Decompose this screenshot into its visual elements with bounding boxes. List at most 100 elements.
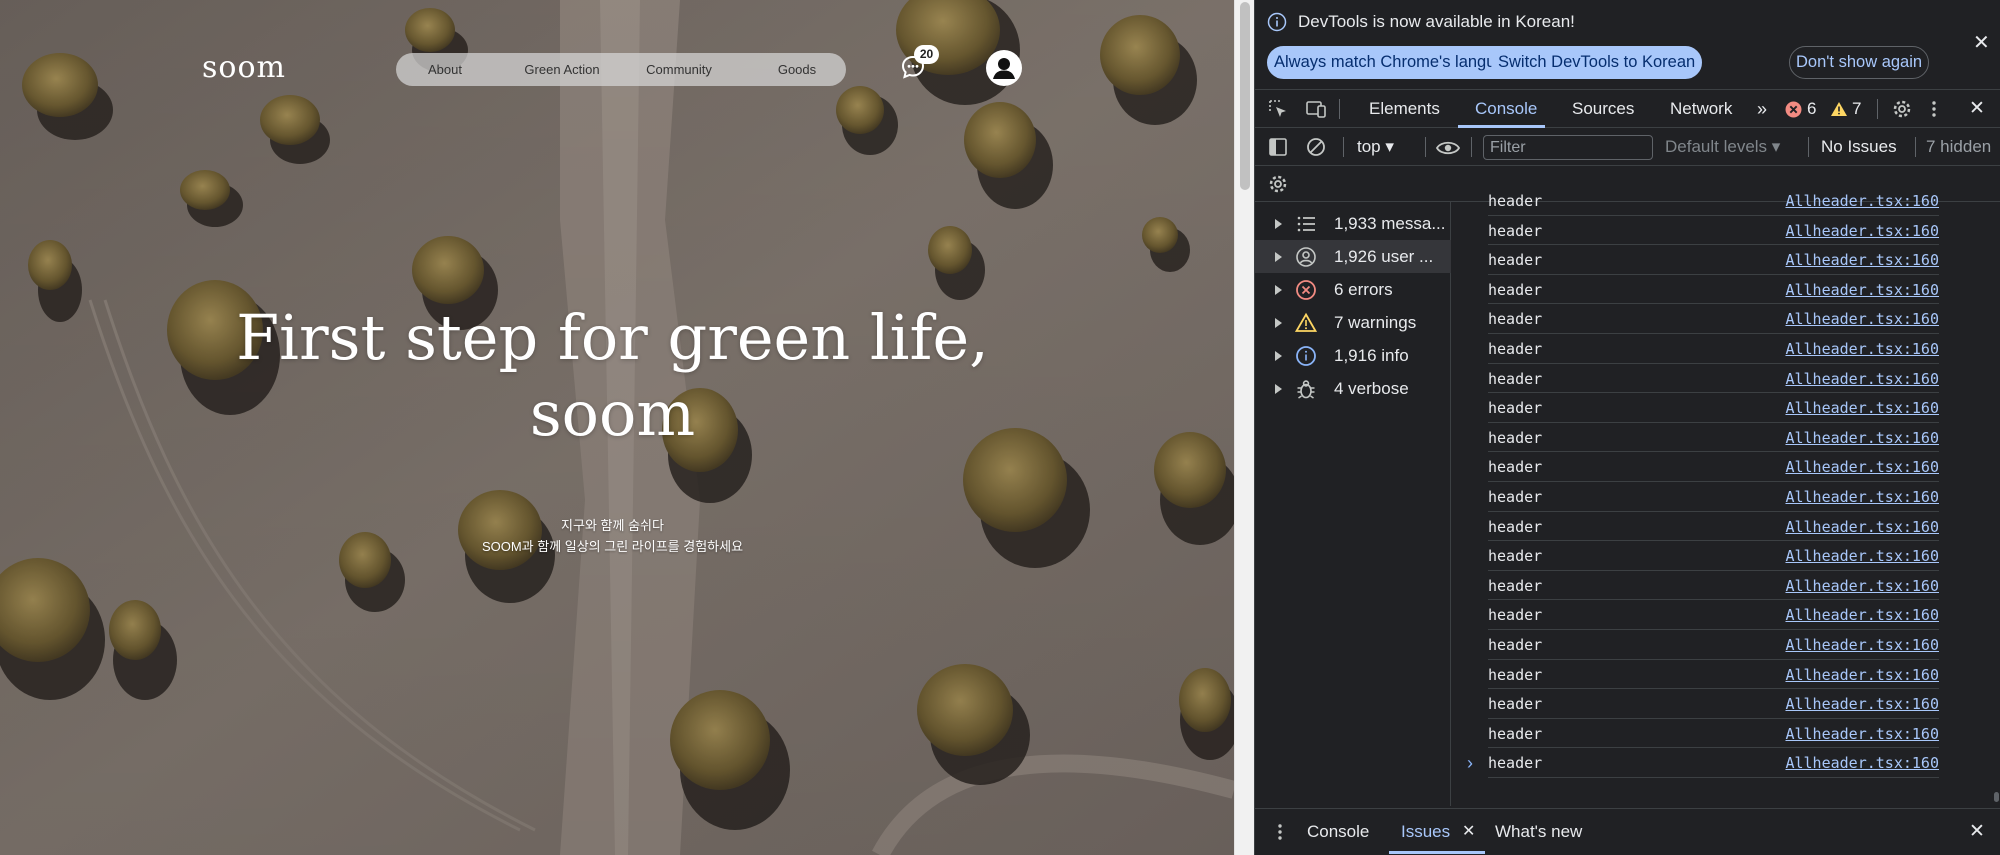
live-expression-eye-icon[interactable] — [1435, 137, 1461, 159]
console-source-link[interactable]: Allheader.tsx:160 — [1785, 194, 1939, 210]
context-dropdown-icon: ▾ — [1385, 137, 1394, 156]
sidebar-item-info[interactable]: 1,916 info — [1255, 339, 1451, 372]
console-message-text: header — [1488, 340, 1543, 358]
sidebar-item-user-messages[interactable]: 1,926 user ... — [1255, 240, 1451, 273]
tab-elements[interactable]: Elements — [1369, 90, 1440, 128]
warning-icon — [1295, 312, 1317, 332]
console-message-row: header Allheader.tsx:160 — [1488, 660, 1939, 690]
console-message-row: header Allheader.tsx:160 — [1488, 194, 1939, 216]
device-toolbar-icon[interactable] — [1305, 98, 1327, 120]
more-options-icon[interactable] — [1923, 98, 1945, 120]
nav-about[interactable]: About — [428, 53, 462, 86]
nav-goods[interactable]: Goods — [778, 53, 816, 86]
console-source-link[interactable]: Allheader.tsx:160 — [1785, 606, 1939, 624]
sidebar-item-errors[interactable]: 6 errors — [1255, 273, 1451, 306]
console-message-text: header — [1488, 458, 1543, 477]
console-message-row: header Allheader.tsx:160 — [1488, 275, 1939, 305]
console-scrollbar[interactable] — [1991, 202, 2000, 806]
console-source-link[interactable]: Allheader.tsx:160 — [1785, 251, 1939, 269]
drawer-tab-console[interactable]: Console — [1307, 809, 1369, 854]
console-source-link[interactable]: Allheader.tsx:160 — [1785, 488, 1939, 506]
console-message-row: header Allheader.tsx:160 — [1488, 571, 1939, 601]
console-source-link[interactable]: Allheader.tsx:160 — [1785, 281, 1939, 299]
expand-arrow-icon[interactable] — [1275, 219, 1282, 229]
sidebar-toggle-icon[interactable] — [1267, 136, 1289, 158]
console-message-text: header — [1488, 665, 1543, 684]
console-source-link[interactable]: Allheader.tsx:160 — [1785, 725, 1939, 743]
console-source-link[interactable]: Allheader.tsx:160 — [1785, 518, 1939, 536]
console-message-row: header Allheader.tsx:160 — [1488, 719, 1939, 749]
infobar-close-icon[interactable]: ✕ — [1973, 30, 1990, 55]
console-message-text: header — [1488, 221, 1543, 240]
console-source-link[interactable]: Allheader.tsx:160 — [1785, 636, 1939, 654]
settings-gear-icon[interactable] — [1891, 98, 1913, 120]
language-infobar: DevTools is now available in Korean! ✕ A… — [1255, 0, 2000, 90]
console-message-row: header Allheader.tsx:160 — [1488, 452, 1939, 482]
hero-title-line1: First step for green life, — [236, 301, 989, 374]
console-message-row: header Allheader.tsx:160 — [1488, 600, 1939, 630]
console-source-link[interactable]: Allheader.tsx:160 — [1785, 666, 1939, 684]
page-scrollbar[interactable] — [1234, 0, 1254, 855]
expand-arrow-icon[interactable] — [1275, 351, 1282, 361]
inspect-element-icon[interactable] — [1267, 98, 1289, 120]
log-levels-label: Default levels — [1665, 137, 1768, 156]
console-message-text: header — [1488, 251, 1543, 270]
console-source-link[interactable]: Allheader.tsx:160 — [1785, 222, 1939, 240]
console-settings-gear-icon[interactable] — [1267, 173, 1289, 195]
hero-title-line2: soom — [529, 377, 696, 450]
console-source-link[interactable]: Allheader.tsx:160 — [1785, 399, 1939, 417]
user-avatar-icon[interactable] — [986, 50, 1022, 86]
console-source-link[interactable]: Allheader.tsx:160 — [1785, 429, 1939, 447]
tab-console[interactable]: Console — [1475, 90, 1537, 128]
main-nav: About Green Action Community Goods — [396, 53, 846, 86]
close-drawer-icon[interactable]: ✕ — [1969, 809, 1985, 854]
console-source-link[interactable]: Allheader.tsx:160 — [1785, 340, 1939, 358]
expand-arrow-icon[interactable] — [1275, 384, 1282, 394]
console-source-link[interactable]: Allheader.tsx:160 — [1785, 754, 1939, 772]
nav-community[interactable]: Community — [646, 53, 712, 86]
sidebar-item-warnings[interactable]: 7 warnings — [1255, 306, 1451, 339]
drawer-active-indicator — [1389, 851, 1485, 854]
console-source-link[interactable]: Allheader.tsx:160 — [1785, 695, 1939, 713]
close-issues-tab-icon[interactable]: ✕ — [1462, 809, 1475, 854]
more-tabs-chevron-icon[interactable]: » — [1757, 90, 1767, 128]
page-scrollbar-thumb[interactable] — [1240, 2, 1250, 190]
console-message-text: header — [1488, 399, 1543, 418]
infobar-message: DevTools is now available in Korean! — [1298, 12, 1575, 31]
console-filter-input[interactable] — [1483, 135, 1653, 160]
console-source-link[interactable]: Allheader.tsx:160 — [1785, 458, 1939, 476]
switch-to-korean-button[interactable]: Switch DevTools to Korean — [1491, 46, 1703, 79]
error-icon — [1296, 280, 1316, 300]
console-source-link[interactable]: Allheader.tsx:160 — [1785, 547, 1939, 565]
close-devtools-icon[interactable]: ✕ — [1969, 90, 1985, 128]
warning-count[interactable]: 7 — [1852, 90, 1861, 128]
tab-network[interactable]: Network — [1670, 90, 1732, 128]
log-levels-dropdown[interactable]: Default levels ▾ — [1665, 128, 1780, 166]
console-message-text: header — [1488, 695, 1543, 714]
expand-arrow-icon[interactable] — [1275, 318, 1282, 328]
clear-console-icon[interactable] — [1305, 136, 1327, 158]
console-message-text: header — [1488, 517, 1543, 536]
context-selector[interactable]: top ▾ — [1357, 128, 1394, 166]
hero-subtitle-line2: SOOM과 함께 일상의 그린 라이프를 경험하세요 — [481, 539, 744, 554]
tab-sources[interactable]: Sources — [1572, 90, 1634, 128]
expand-arrow-icon[interactable] — [1275, 252, 1282, 262]
issues-status-button[interactable]: No Issues — [1821, 128, 1897, 166]
devtools-tabbar: Elements Console Sources Network » 6 7 ✕ — [1255, 90, 2000, 128]
console-source-link[interactable]: Allheader.tsx:160 — [1785, 577, 1939, 595]
drawer-menu-icon[interactable] — [1269, 821, 1291, 843]
nav-green-action[interactable]: Green Action — [524, 53, 599, 86]
console-prompt-chevron-icon[interactable]: › — [1467, 753, 1473, 774]
sidebar-item-messages[interactable]: 1,933 messa... — [1255, 207, 1451, 240]
sidebar-item-verbose[interactable]: 4 verbose — [1255, 372, 1451, 405]
dont-show-again-button[interactable]: Don't show again — [1789, 46, 1930, 79]
console-source-link[interactable]: Allheader.tsx:160 — [1785, 310, 1939, 328]
console-message-row: header Allheader.tsx:160 — [1488, 512, 1939, 542]
expand-arrow-icon[interactable] — [1275, 285, 1282, 295]
list-icon — [1297, 216, 1315, 232]
site-logo[interactable]: soom — [202, 50, 286, 85]
console-source-link[interactable]: Allheader.tsx:160 — [1785, 370, 1939, 388]
drawer-tab-issues[interactable]: Issues — [1401, 809, 1450, 854]
drawer-tab-whats-new[interactable]: What's new — [1495, 809, 1582, 854]
error-count[interactable]: 6 — [1807, 90, 1816, 128]
